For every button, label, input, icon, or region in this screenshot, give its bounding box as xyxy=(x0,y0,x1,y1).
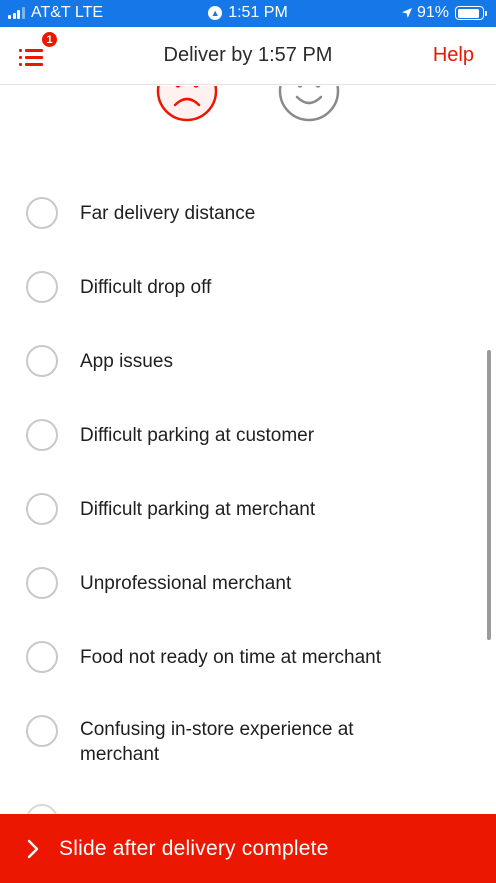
status-right: 91% xyxy=(401,4,487,22)
radio-button[interactable] xyxy=(26,493,58,525)
radio-button[interactable] xyxy=(26,804,58,814)
sad-face-icon[interactable] xyxy=(156,86,218,122)
location-arrow-icon xyxy=(401,8,412,18)
chevron-right-icon xyxy=(27,839,39,859)
radio-button[interactable] xyxy=(26,197,58,229)
page-title: Deliver by 1:57 PM xyxy=(163,44,333,66)
radio-button[interactable] xyxy=(26,641,58,673)
help-link[interactable]: Help xyxy=(433,44,474,67)
reason-label: Far delivery distance xyxy=(80,203,256,224)
reason-label: Food not ready on time at merchant xyxy=(80,647,381,668)
reason-label: Difficult parking at merchant xyxy=(80,499,316,520)
battery-icon xyxy=(455,6,487,20)
radio-button[interactable] xyxy=(26,715,58,747)
battery-percent: 91% xyxy=(416,4,449,21)
time-label: 1:51 PM xyxy=(228,4,288,21)
radio-button[interactable] xyxy=(26,345,58,377)
reason-label: App issues xyxy=(80,351,173,372)
reason-label: Difficult parking at customer xyxy=(80,425,315,446)
slide-label: Slide after delivery complete xyxy=(59,837,329,860)
app-header: 1 Deliver by 1:57 PM Help xyxy=(0,27,496,85)
slide-to-complete[interactable]: Slide after delivery complete xyxy=(0,814,496,883)
happy-face-icon[interactable] xyxy=(278,86,340,122)
scrollbar[interactable] xyxy=(487,350,491,640)
battery-fill xyxy=(457,8,480,18)
radio-button[interactable] xyxy=(26,567,58,599)
reason-label: Unprofessional merchant xyxy=(80,573,292,594)
reason-label: Difficult drop off xyxy=(80,277,212,298)
reason-label: Confusing in-store experience at merchan… xyxy=(80,719,354,765)
radio-button[interactable] xyxy=(26,419,58,451)
status-bar: AT&T LTE ▲ 1:51 PM 91% xyxy=(0,0,496,27)
feedback-content[interactable]: Far delivery distance Difficult drop off… xyxy=(0,86,496,814)
navigation-icon: ▲ xyxy=(208,6,223,20)
radio-button[interactable] xyxy=(26,271,58,303)
